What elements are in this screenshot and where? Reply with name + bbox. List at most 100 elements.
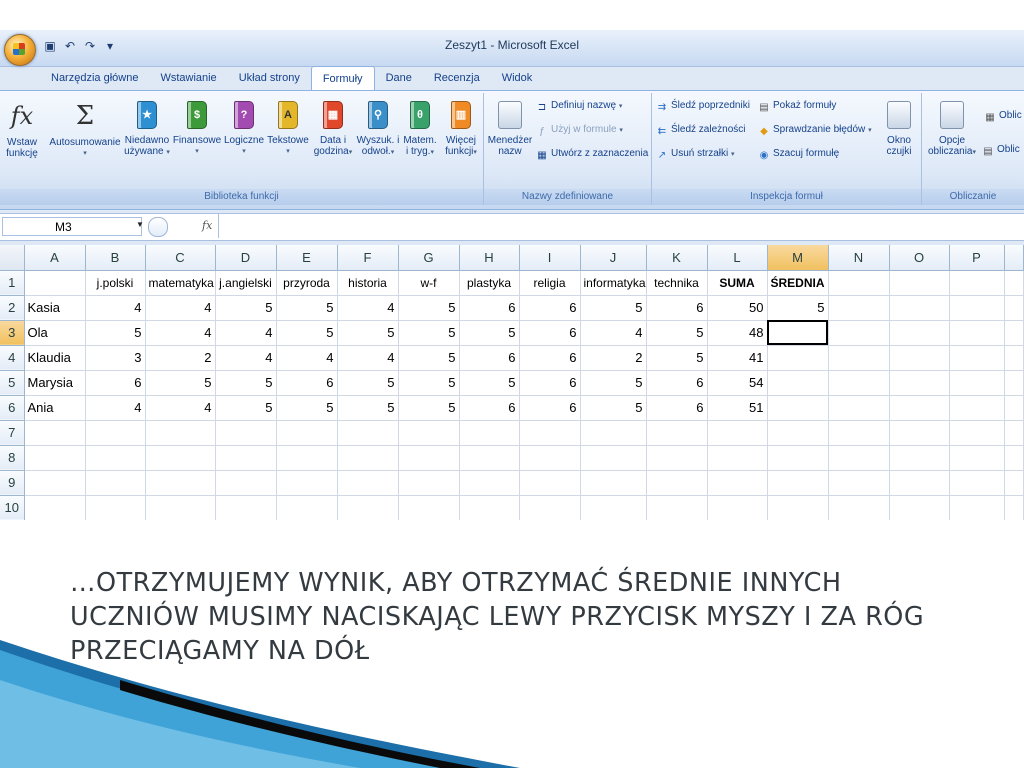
cell-c8[interactable] bbox=[145, 445, 216, 471]
cell-n1[interactable] bbox=[828, 270, 890, 296]
cell-j6[interactable]: 5 bbox=[580, 395, 647, 421]
cell-o2[interactable] bbox=[889, 295, 950, 321]
cell-f7[interactable] bbox=[337, 420, 399, 446]
cell-h4[interactable]: 6 bbox=[459, 345, 520, 371]
cell-n7[interactable] bbox=[828, 420, 890, 446]
cell-n2[interactable] bbox=[828, 295, 890, 321]
tab-formulas[interactable]: Formuły bbox=[310, 66, 375, 90]
office-button[interactable] bbox=[4, 34, 36, 66]
cell-l8[interactable] bbox=[707, 445, 768, 471]
column-header-o[interactable]: O bbox=[889, 245, 950, 271]
cell-k3[interactable]: 5 bbox=[646, 320, 708, 346]
tab-home[interactable]: Narzędzia główne bbox=[40, 66, 149, 90]
define-name-button[interactable]: ⊐ Definiuj nazwę ▾ bbox=[536, 99, 623, 114]
more-functions-button[interactable]: ▥ Więcej funkcji▾ bbox=[440, 97, 482, 158]
cell-k7[interactable] bbox=[646, 420, 708, 446]
cell-m7[interactable] bbox=[767, 420, 829, 446]
cell-d2[interactable]: 5 bbox=[215, 295, 277, 321]
tab-review[interactable]: Recenzja bbox=[423, 66, 491, 90]
cell-e10[interactable] bbox=[276, 495, 338, 520]
cell-g3[interactable]: 5 bbox=[398, 320, 460, 346]
cell-n4[interactable] bbox=[828, 345, 890, 371]
cell-h1[interactable]: plastyka bbox=[459, 270, 520, 296]
cell-k8[interactable] bbox=[646, 445, 708, 471]
trace-dependents-button[interactable]: ⇇ Śledź zależności bbox=[656, 123, 746, 138]
column-header-i[interactable]: I bbox=[519, 245, 581, 271]
autosum-button[interactable]: Σ Autosumowanie ▾ bbox=[48, 97, 122, 159]
cell-e3[interactable]: 5 bbox=[276, 320, 338, 346]
row-header[interactable]: 1 bbox=[0, 270, 25, 296]
cell-d9[interactable] bbox=[215, 470, 277, 496]
cell-a1[interactable] bbox=[24, 270, 86, 296]
cell-k6[interactable]: 6 bbox=[646, 395, 708, 421]
cell-o10[interactable] bbox=[889, 495, 950, 520]
cell-f10[interactable] bbox=[337, 495, 399, 520]
cell-e9[interactable] bbox=[276, 470, 338, 496]
cell-h3[interactable]: 5 bbox=[459, 320, 520, 346]
cell-o8[interactable] bbox=[889, 445, 950, 471]
cell-l5[interactable]: 54 bbox=[707, 370, 768, 396]
error-checking-button[interactable]: ◆ Sprawdzanie błędów ▾ bbox=[758, 123, 871, 138]
cell-i5[interactable]: 6 bbox=[519, 370, 581, 396]
insert-function-button[interactable]: fx Wstaw funkcję bbox=[2, 97, 42, 159]
financial-button[interactable]: $ Finansowe ▾ bbox=[172, 97, 222, 157]
cell-j3[interactable]: 4 bbox=[580, 320, 647, 346]
cell-c10[interactable] bbox=[145, 495, 216, 520]
cell-h7[interactable] bbox=[459, 420, 520, 446]
cell-n5[interactable] bbox=[828, 370, 890, 396]
cell-f6[interactable]: 5 bbox=[337, 395, 399, 421]
cell-i3[interactable]: 6 bbox=[519, 320, 581, 346]
cell-b9[interactable] bbox=[85, 470, 146, 496]
cell-m9[interactable] bbox=[767, 470, 829, 496]
cell-a2[interactable]: Kasia bbox=[24, 295, 86, 321]
column-header-c[interactable]: C bbox=[145, 245, 216, 271]
cell-g8[interactable] bbox=[398, 445, 460, 471]
column-header-n[interactable]: N bbox=[828, 245, 890, 271]
cell-b8[interactable] bbox=[85, 445, 146, 471]
remove-arrows-button[interactable]: ↗ Usuń strzałki ▾ bbox=[656, 147, 735, 162]
cell-j9[interactable] bbox=[580, 470, 647, 496]
tab-insert[interactable]: Wstawianie bbox=[149, 66, 227, 90]
cell-j8[interactable] bbox=[580, 445, 647, 471]
cell-k4[interactable]: 5 bbox=[646, 345, 708, 371]
date-time-button[interactable]: ▦ Data i godzina▾ bbox=[310, 97, 356, 158]
cell-d6[interactable]: 5 bbox=[215, 395, 277, 421]
formula-cancel-button[interactable] bbox=[148, 217, 168, 237]
cell-a10[interactable] bbox=[24, 495, 86, 520]
cell-o3[interactable] bbox=[889, 320, 950, 346]
cell-k2[interactable]: 6 bbox=[646, 295, 708, 321]
cell-h9[interactable] bbox=[459, 470, 520, 496]
cell-c9[interactable] bbox=[145, 470, 216, 496]
row-header[interactable]: 7 bbox=[0, 420, 25, 446]
cell-a7[interactable] bbox=[24, 420, 86, 446]
column-header-e[interactable]: E bbox=[276, 245, 338, 271]
cell-n10[interactable] bbox=[828, 495, 890, 520]
cell-b1[interactable]: j.polski bbox=[85, 270, 146, 296]
row-header[interactable]: 4 bbox=[0, 345, 25, 371]
row-header[interactable]: 8 bbox=[0, 445, 25, 471]
cell-p9[interactable] bbox=[949, 470, 1005, 496]
cell-j2[interactable]: 5 bbox=[580, 295, 647, 321]
cell-l6[interactable]: 51 bbox=[707, 395, 768, 421]
cell-c3[interactable]: 4 bbox=[145, 320, 216, 346]
cell-h5[interactable]: 5 bbox=[459, 370, 520, 396]
trace-precedents-button[interactable]: ⇉ Śledź poprzedniki bbox=[656, 99, 750, 114]
cell-m2[interactable]: 5 bbox=[767, 295, 829, 321]
cell-j7[interactable] bbox=[580, 420, 647, 446]
cell-g1[interactable]: w-f bbox=[398, 270, 460, 296]
column-header-h[interactable]: H bbox=[459, 245, 520, 271]
cell-d3[interactable]: 4 bbox=[215, 320, 277, 346]
cell-l4[interactable]: 41 bbox=[707, 345, 768, 371]
cell-a3[interactable]: Ola bbox=[24, 320, 86, 346]
cell-a4[interactable]: Klaudia bbox=[24, 345, 86, 371]
cell-m5[interactable] bbox=[767, 370, 829, 396]
formula-input[interactable] bbox=[218, 214, 1024, 238]
cell-i6[interactable]: 6 bbox=[519, 395, 581, 421]
column-header-f[interactable]: F bbox=[337, 245, 399, 271]
name-manager-button[interactable]: Menedżer nazw bbox=[486, 97, 534, 157]
cell-p6[interactable] bbox=[949, 395, 1005, 421]
cell-a6[interactable]: Ania bbox=[24, 395, 86, 421]
cell-e2[interactable]: 5 bbox=[276, 295, 338, 321]
cell-f1[interactable]: historia bbox=[337, 270, 399, 296]
cell-p5[interactable] bbox=[949, 370, 1005, 396]
